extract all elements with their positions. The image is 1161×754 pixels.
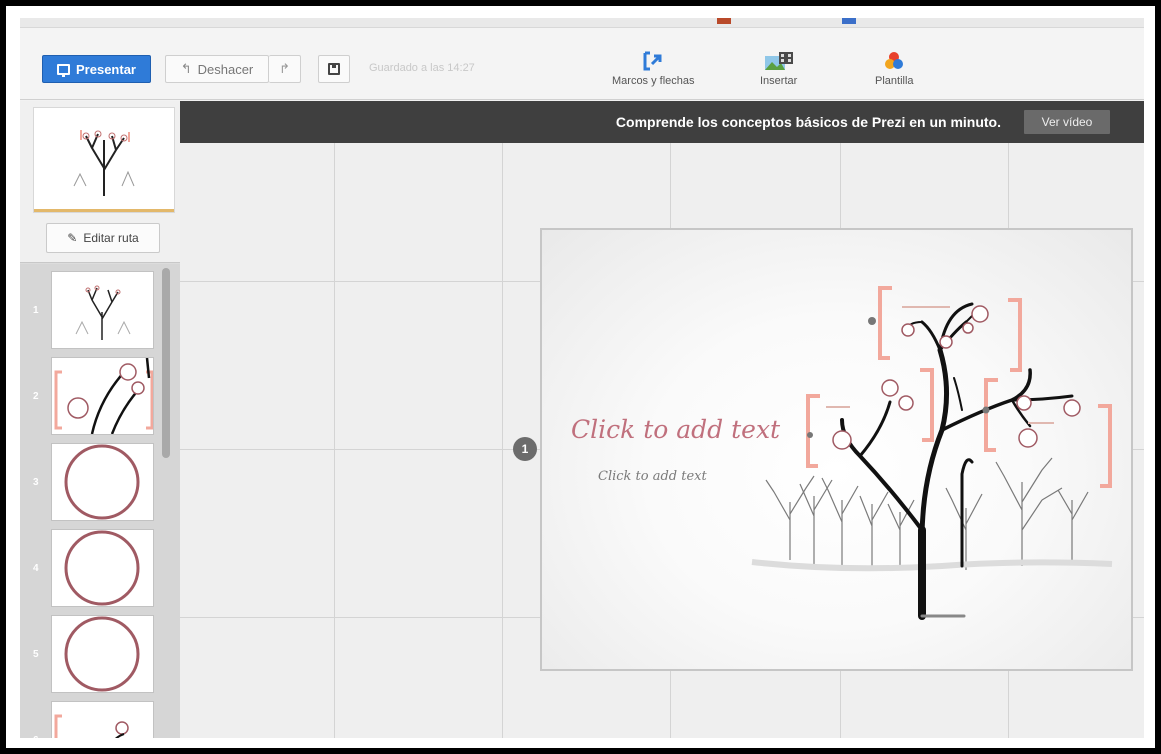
presentation-frame[interactable]: Click to add text Click to add text: [540, 228, 1133, 671]
sidebar: ✎ Editar ruta 1 2 3 4 5: [20, 101, 180, 738]
present-label: Presentar: [76, 61, 136, 77]
slide-thumbnail: [52, 616, 153, 692]
slide-list-scrollbar[interactable]: [162, 268, 170, 458]
path-step-marker[interactable]: 1: [513, 437, 537, 461]
save-button[interactable]: [318, 55, 350, 83]
slide-thumbnail: [52, 272, 153, 348]
frames-arrows-tool[interactable]: Marcos y flechas: [612, 50, 695, 87]
browser-bookmarks-strip: [20, 18, 1144, 28]
slide-item[interactable]: 2: [20, 354, 160, 438]
tree-illustration: [751, 286, 1113, 620]
slide-number: 4: [33, 562, 39, 574]
sidebar-overview: ✎ Editar ruta: [20, 101, 180, 263]
insert-label: Insertar: [760, 75, 798, 87]
slide-item[interactable]: 6: [20, 698, 160, 738]
slide-thumbnail: [52, 358, 153, 434]
edit-path-button[interactable]: ✎ Editar ruta: [46, 223, 160, 253]
template-label: Plantilla: [875, 75, 914, 87]
overview-thumbnail[interactable]: [34, 108, 174, 212]
save-icon: [328, 63, 340, 75]
slide-list: 1 2 3 4 5: [20, 264, 180, 738]
slide-number: 1: [33, 304, 39, 316]
frames-arrows-label: Marcos y flechas: [612, 75, 695, 87]
title-placeholder[interactable]: Click to add text: [571, 415, 780, 444]
slide-number: 5: [33, 648, 39, 660]
toolbar: Presentar ↰ Deshacer ↱ Guardado a las 14…: [20, 28, 1144, 100]
insert-image-icon: [763, 50, 795, 72]
template-tool[interactable]: Plantilla: [875, 50, 914, 87]
bookmark-icon[interactable]: [842, 18, 856, 24]
slide-thumbnail: [52, 530, 153, 606]
grid-line: [334, 143, 335, 738]
undo-button[interactable]: ↰ Deshacer: [165, 55, 269, 83]
slide-number: 6: [20, 698, 52, 739]
pencil-icon: ✎: [67, 231, 78, 245]
bookmark-icon[interactable]: [717, 18, 731, 24]
slide-thumbnail: [52, 702, 153, 738]
frames-arrows-icon: [642, 50, 664, 72]
banner-message: Comprende los conceptos básicos de Prezi…: [615, 114, 1001, 130]
watch-video-button[interactable]: Ver vídeo: [1024, 110, 1110, 134]
template-icon: [883, 50, 905, 72]
undo-icon: ↰: [180, 61, 192, 76]
grid-line: [502, 143, 503, 738]
slide-number: 2: [33, 390, 39, 402]
subtitle-placeholder[interactable]: Click to add text: [598, 469, 707, 484]
redo-icon: ↱: [279, 61, 290, 77]
prezi-editor: Presentar ↰ Deshacer ↱ Guardado a las 14…: [20, 18, 1144, 738]
undo-label: Deshacer: [197, 61, 254, 77]
slide-item[interactable]: 1: [20, 268, 160, 352]
saved-status: Guardado a las 14:27: [369, 62, 475, 74]
present-button[interactable]: Presentar: [42, 55, 151, 83]
slide-thumbnail: [52, 444, 153, 520]
canvas[interactable]: Click to add text Click to add text 1 Co…: [180, 101, 1144, 738]
slide-item[interactable]: 3: [20, 440, 160, 524]
screenshot-frame: Presentar ↰ Deshacer ↱ Guardado a las 14…: [0, 0, 1161, 754]
tutorial-banner: Comprende los conceptos básicos de Prezi…: [180, 101, 1144, 143]
presentation-icon: [57, 63, 70, 77]
slide-item[interactable]: 4: [20, 526, 160, 610]
insert-tool[interactable]: Insertar: [760, 50, 797, 87]
redo-button[interactable]: ↱: [269, 55, 301, 83]
slide-number: 3: [33, 476, 39, 488]
edit-path-label: Editar ruta: [83, 231, 139, 245]
slide-item[interactable]: 5: [20, 612, 160, 696]
